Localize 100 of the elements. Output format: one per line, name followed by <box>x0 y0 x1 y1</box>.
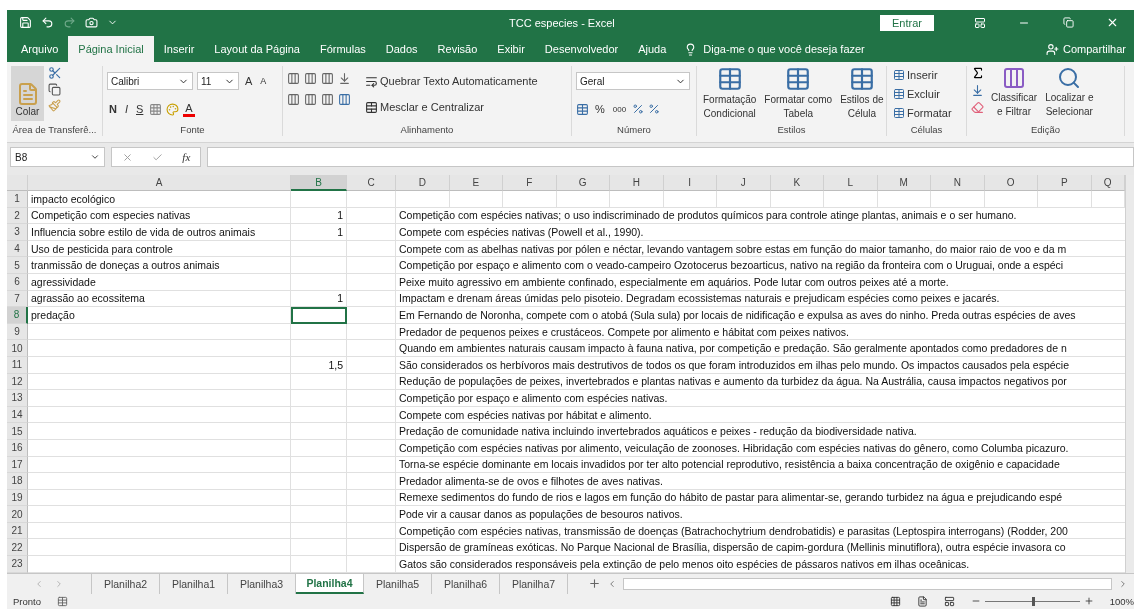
row-header: 18 <box>7 473 28 490</box>
table-cell <box>984 191 1038 208</box>
ribbon-tab[interactable]: Layout da Página <box>204 36 310 62</box>
group-label: Edição <box>1029 124 1062 136</box>
cells-icon <box>893 107 905 119</box>
zoom-in-icon[interactable] <box>1083 596 1094 607</box>
table-cell <box>347 207 396 225</box>
cells-button[interactable]: Inserir <box>891 66 962 84</box>
table-cell <box>291 273 347 291</box>
table-cell: Competição com espécies nativas; o uso indiscriminado de produtos químicos para controle atinge plantas, animais e o ser humano. <box>396 207 1125 225</box>
save-icon[interactable] <box>19 16 32 29</box>
editing-button[interactable]: Localizar e Selecionar <box>1043 66 1096 124</box>
table-cell <box>503 191 557 208</box>
ribbon-tab[interactable]: Desenvolvedor <box>534 36 629 62</box>
table-cell: Uso de pesticida para controle <box>28 240 291 258</box>
merge-cells-icon <box>365 100 378 114</box>
sheet-tab[interactable]: Planilha6 <box>432 573 500 594</box>
row-header: 5 <box>7 257 28 274</box>
cut-icon[interactable] <box>48 66 62 80</box>
name-box[interactable]: B8 <box>10 147 105 167</box>
normal-view-icon[interactable] <box>889 595 901 607</box>
ribbon-tab[interactable]: Revisão <box>427 36 488 62</box>
sign-in-button[interactable]: Entrar <box>880 14 934 31</box>
table-cell <box>347 240 396 258</box>
column-header: M <box>877 175 931 191</box>
table-cell <box>347 224 396 241</box>
restore-icon[interactable] <box>1062 17 1074 28</box>
zoom-level: 100% <box>1109 595 1134 607</box>
autosum-icon[interactable] <box>971 66 985 80</box>
bold-button[interactable]: N <box>107 100 119 118</box>
search-icon <box>1057 66 1082 90</box>
wrap-text-icon <box>365 74 378 88</box>
table-cell <box>347 323 396 341</box>
ribbon-tab[interactable]: Página Inicial <box>68 36 154 62</box>
paste-button[interactable]: Colar <box>11 66 44 121</box>
font-size-field[interactable]: 11 <box>197 72 239 90</box>
ribbon-tab[interactable]: Inserir <box>153 36 205 62</box>
person-add-icon <box>1046 42 1060 56</box>
camera-icon[interactable] <box>85 16 98 29</box>
scroll-left-icon[interactable] <box>607 578 617 589</box>
wrap-text-button[interactable]: Quebrar Texto Automaticamente <box>363 72 540 90</box>
style-button[interactable]: Formatar como Tabela <box>762 66 835 124</box>
ribbon-tab[interactable]: Exibir <box>487 36 535 62</box>
sheet-tab[interactable]: Planilha2 <box>92 573 160 594</box>
merge-center-button[interactable]: Mesclar e Centralizar <box>363 98 540 116</box>
table-cell: Compete com espécies nativas por hábitat e alimento. <box>396 406 1125 424</box>
table-cell <box>347 539 396 557</box>
copy-icon[interactable] <box>48 83 61 96</box>
ribbon-tab[interactable]: Arquivo <box>11 36 69 62</box>
ribbon-tab[interactable]: Dados <box>375 36 428 62</box>
zoom-thumb[interactable] <box>1032 596 1036 606</box>
table-cell <box>291 423 347 440</box>
percent-button[interactable]: % <box>593 100 607 118</box>
scroll-right-icon[interactable] <box>1118 578 1128 589</box>
tell-me-search[interactable]: Diga-me o que você deseja fazer <box>676 36 1039 62</box>
style-button[interactable]: Formatação Condicional <box>701 66 759 124</box>
table-cell: impacto ecológico <box>28 191 291 208</box>
column-header: B <box>291 175 347 191</box>
table-cell <box>291 257 347 274</box>
sheet-tab[interactable]: Planilha4 <box>296 573 364 594</box>
underline-button[interactable]: S <box>134 100 146 118</box>
ribbon-tab[interactable]: Ajuda <box>628 36 677 62</box>
cancel-icon[interactable] <box>121 151 133 163</box>
font-color-button[interactable]: A <box>183 101 195 117</box>
sheet-tab[interactable]: Planilha5 <box>364 573 432 594</box>
new-sheet-icon[interactable] <box>588 577 601 591</box>
table-cell: predação <box>28 307 291 324</box>
table-cell: São considerados os herbívoros mais destrutivos de todos os que foram introduzidos em ilhas pelo mundo. Os impactos causados pela espécie <box>396 356 1125 374</box>
italic-button[interactable]: I <box>122 100 130 118</box>
table-cell: Competição com espécies nativas por alimento, veiculação de zoonoses. Hibridação com espécies nativas do gênero, como Columba picazuro. <box>396 439 1125 457</box>
table-cell <box>877 191 931 208</box>
clear-icon[interactable] <box>971 101 984 114</box>
page-layout-icon[interactable] <box>916 595 928 607</box>
column-header: N <box>931 175 985 191</box>
fill-icon[interactable] <box>971 84 984 97</box>
page-break-icon[interactable] <box>943 595 955 607</box>
ribbon-tab[interactable]: Fórmulas <box>309 36 376 62</box>
shrink-font-button[interactable]: A <box>258 72 269 90</box>
sheet-tab[interactable]: Planilha7 <box>500 573 568 594</box>
share-button[interactable]: Compartilhar <box>1038 36 1134 62</box>
cells-button[interactable]: Formatar <box>891 104 962 122</box>
undo-icon[interactable] <box>41 16 54 29</box>
table-cell: Impactam e drenam áreas úmidas pelo pisoteio. Degradam ecossistemas naturais e prejudicam espécies como peixes e jacarés. <box>396 290 1125 308</box>
table-cell: Em Fernando de Noronha, compete com o atobá (Sula sula) por locais de nidificação e expulsa as aves do ninho. Preda outras espécies de aves <box>396 307 1125 324</box>
insert-function-button[interactable]: fx <box>182 151 191 163</box>
editing-button[interactable]: Classificar e Filtrar <box>989 66 1040 124</box>
table-cell <box>347 340 396 357</box>
cells-button[interactable]: Excluir <box>891 85 962 103</box>
font-name-field[interactable]: Calibri <box>107 72 193 90</box>
vertical-scrollbar[interactable] <box>1125 175 1134 573</box>
thousands-button[interactable]: 000 <box>610 100 629 118</box>
sheet-tab[interactable]: Planilha1 <box>160 573 228 594</box>
number-format-field[interactable]: Geral <box>576 72 690 90</box>
fill-color-icon[interactable] <box>166 102 180 116</box>
formula-field[interactable] <box>207 147 1134 167</box>
style-button[interactable]: Estilos de Célula <box>838 66 886 124</box>
borders-icon[interactable] <box>149 102 163 116</box>
grow-font-button[interactable]: A <box>243 72 255 90</box>
table-style-icon <box>848 66 875 92</box>
horizontal-scrollbar[interactable] <box>623 577 1112 590</box>
